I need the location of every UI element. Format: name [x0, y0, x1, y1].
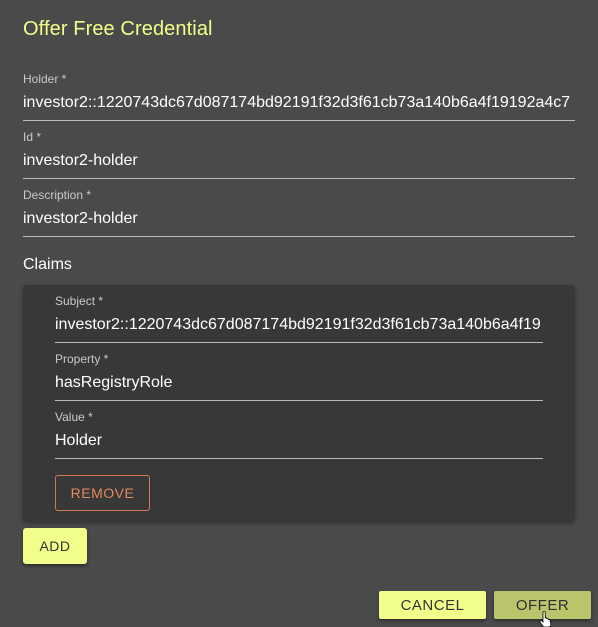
- value-field[interactable]: Value * Holder: [55, 410, 543, 459]
- holder-input[interactable]: investor2::1220743dc67d087174bd92191f32d…: [23, 94, 575, 112]
- id-field[interactable]: Id * investor2-holder: [23, 130, 575, 179]
- cancel-button[interactable]: CANCEL: [379, 591, 486, 619]
- remove-claim-button[interactable]: REMOVE: [55, 475, 150, 511]
- subject-label: Subject *: [55, 294, 104, 308]
- offer-credential-dialog: Offer Free Credential Holder * investor2…: [0, 0, 598, 627]
- claims-title: Claims: [23, 256, 72, 273]
- value-input[interactable]: Holder: [55, 432, 543, 450]
- description-input[interactable]: investor2-holder: [23, 210, 575, 228]
- property-field[interactable]: Property * hasRegistryRole: [55, 352, 543, 401]
- add-claim-button[interactable]: ADD: [23, 528, 87, 564]
- subject-field[interactable]: Subject * investor2::1220743dc67d087174b…: [55, 294, 543, 343]
- value-label: Value *: [55, 410, 93, 424]
- dialog-title: Offer Free Credential: [23, 18, 213, 40]
- description-label: Description *: [23, 188, 92, 202]
- holder-field[interactable]: Holder * investor2::1220743dc67d087174bd…: [23, 72, 575, 121]
- hand-pointer-icon: [539, 611, 552, 627]
- subject-input[interactable]: investor2::1220743dc67d087174bd92191f32d…: [55, 316, 543, 334]
- claim-card: Subject * investor2::1220743dc67d087174b…: [23, 285, 575, 521]
- id-label: Id *: [23, 130, 42, 144]
- id-input[interactable]: investor2-holder: [23, 152, 575, 170]
- holder-label: Holder *: [23, 72, 67, 86]
- property-label: Property *: [55, 352, 109, 366]
- property-input[interactable]: hasRegistryRole: [55, 374, 543, 392]
- description-field[interactable]: Description * investor2-holder: [23, 188, 575, 237]
